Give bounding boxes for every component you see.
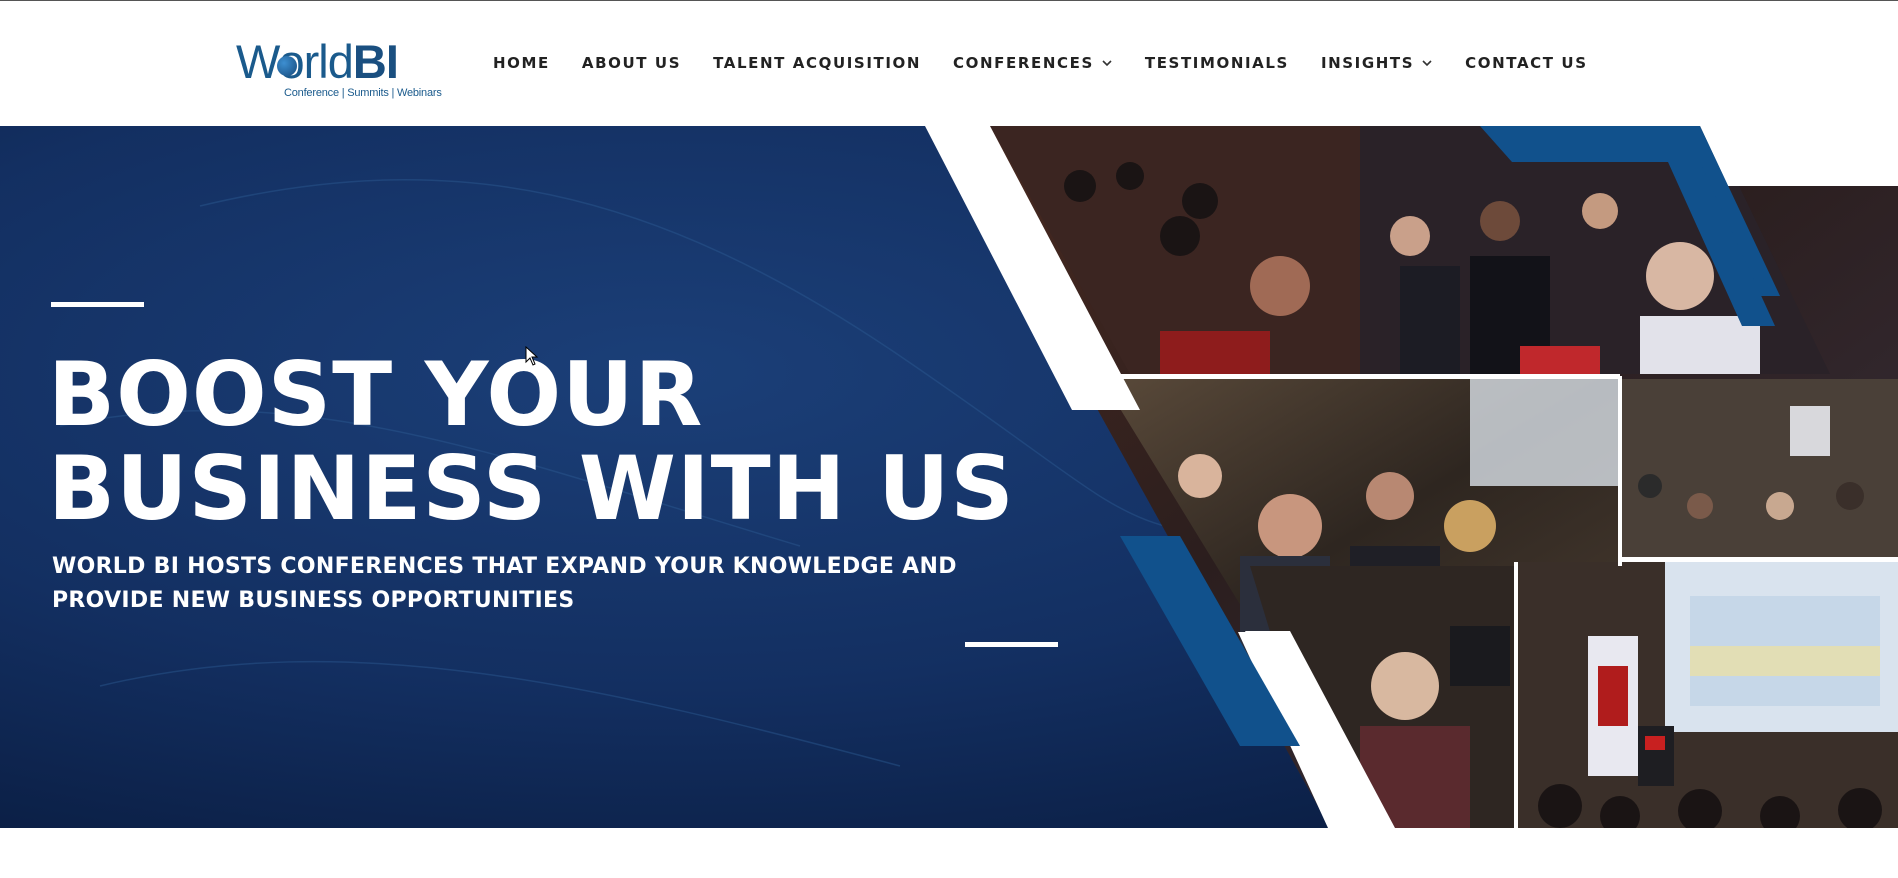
- nav-about-us-label: ABOUT US: [581, 54, 682, 72]
- hero-headline-line1: BOOST YOUR: [48, 343, 704, 446]
- hero-headline: BOOST YOUR BUSINESS WITH US: [48, 348, 1108, 536]
- mouse-cursor-icon: [525, 346, 539, 366]
- main-nav: HOME ABOUT US TALENT ACQUISITION CONFERE…: [493, 52, 1588, 74]
- nav-contact-us-label: CONTACT US: [1465, 54, 1588, 72]
- decorative-rule-top: [51, 302, 144, 307]
- nav-talent-acquisition[interactable]: TALENT ACQUISITION: [713, 54, 921, 72]
- nav-contact-us[interactable]: CONTACT US: [1465, 54, 1587, 72]
- worldbi-logo[interactable]: WorldBI Conference | Summits | Webinars: [236, 35, 442, 100]
- page-bottom-strip: [0, 828, 1898, 878]
- nav-insights[interactable]: INSIGHTS: [1321, 54, 1433, 72]
- nav-insights-label: INSIGHTS: [1320, 54, 1415, 72]
- hero-subheadline: WORLD BI HOSTS CONFERENCES THAT EXPAND Y…: [52, 550, 1012, 618]
- hero-subheadline-line2: PROVIDE NEW BUSINESS OPPORTUNITIES: [52, 588, 575, 613]
- globe-icon: [277, 56, 297, 76]
- nav-testimonials-label: TESTIMONIALS: [1144, 54, 1289, 72]
- logo-word-bi: BI: [352, 35, 399, 88]
- nav-talent-acquisition-label: TALENT ACQUISITION: [713, 54, 922, 72]
- logo-wordmark: WorldBI: [236, 35, 399, 88]
- chevron-down-icon: [1422, 60, 1432, 67]
- chevron-down-icon: [1102, 60, 1112, 67]
- site-header: WorldBI Conference | Summits | Webinars …: [0, 1, 1898, 126]
- logo-tagline: Conference | Summits | Webinars: [284, 87, 442, 99]
- nav-about-us[interactable]: ABOUT US: [582, 54, 681, 72]
- hero-subheadline-line1: WORLD BI HOSTS CONFERENCES THAT EXPAND Y…: [52, 554, 957, 579]
- nav-home[interactable]: HOME: [493, 54, 550, 72]
- nav-conferences[interactable]: CONFERENCES: [953, 54, 1113, 72]
- nav-home-label: HOME: [493, 54, 550, 72]
- decorative-rule-bottom: [965, 642, 1058, 647]
- hero-headline-line2: BUSINESS WITH US: [48, 437, 1015, 540]
- hero-banner: BOOST YOUR BUSINESS WITH US WORLD BI HOS…: [0, 126, 1898, 828]
- nav-conferences-label: CONFERENCES: [953, 54, 1094, 72]
- nav-testimonials[interactable]: TESTIMONIALS: [1145, 54, 1289, 72]
